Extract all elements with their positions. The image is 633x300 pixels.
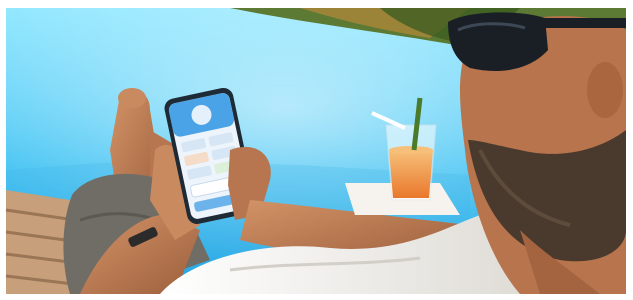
poolside-photo — [0, 0, 633, 300]
photo-scene — [0, 0, 633, 300]
ear — [587, 62, 623, 118]
